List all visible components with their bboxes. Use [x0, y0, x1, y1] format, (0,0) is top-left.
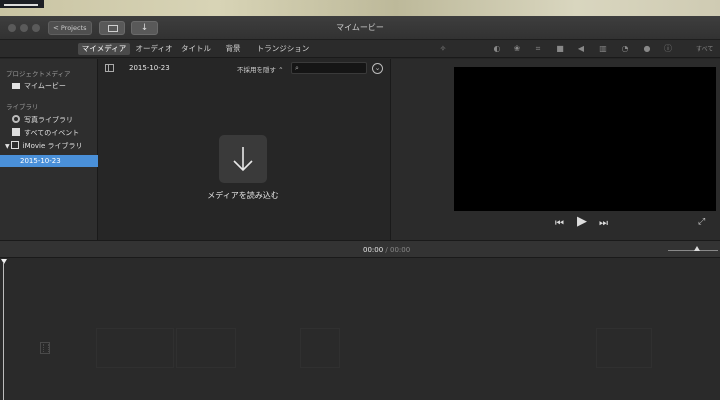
hide-rejected-dropdown[interactable]: 不採用を隠す ⌃: [237, 64, 284, 74]
speed-icon[interactable]: ◔: [620, 44, 630, 54]
skip-forward-icon[interactable]: ⏭: [599, 218, 608, 230]
timeline-header: 00:00 / 00:00: [0, 240, 720, 258]
libraries-sidebar: プロジェクトメディア マイムービー ライブラリ 写真ライブラリ すべてのイベント…: [0, 59, 98, 240]
sidebar-item-imovie-library[interactable]: ▼ iMovie ライブラリ: [0, 140, 98, 152]
download-arrow-icon: ↓: [140, 23, 149, 33]
current-time: 00:00: [363, 246, 384, 254]
reset-all-label[interactable]: すべて: [696, 44, 713, 53]
import-media-label[interactable]: メディアを読み込む: [179, 190, 307, 201]
sidebar-item-my-movie[interactable]: マイムービー: [0, 80, 98, 92]
sidebar-item-label: 2015-10-23: [20, 157, 61, 165]
viewer-panel: ⏮ ▶ ⏭ ⤢: [390, 59, 720, 240]
timecode: 00:00 / 00:00: [363, 246, 410, 254]
thumbnail-line: [4, 4, 38, 6]
library-header: ライブラリ: [6, 103, 39, 111]
sidebar-item-all-events[interactable]: すべてのイベント: [0, 127, 98, 139]
sidebar-toggle-icon[interactable]: [105, 64, 114, 72]
timeline-placeholder: [96, 328, 174, 368]
projects-button[interactable]: < Projects: [48, 21, 92, 35]
window-title: マイムービー: [336, 23, 384, 32]
media-view-button[interactable]: [99, 21, 125, 35]
search-icon: ⌕: [295, 64, 299, 72]
tab-transitions[interactable]: トランジション: [252, 43, 314, 55]
browser-header: 2015-10-23 不採用を隠す ⌃ ⌕ ⌄: [99, 59, 389, 77]
clapboard-icon: [12, 83, 20, 89]
sidebar-item-photos-library[interactable]: 写真ライブラリ: [0, 114, 98, 126]
play-icon[interactable]: ▶: [577, 215, 587, 228]
sidebar-item-label: すべてのイベント: [24, 129, 80, 137]
import-media-button[interactable]: [219, 135, 267, 183]
projects-button-label: Projects: [60, 24, 87, 32]
event-date: 2015-10-23: [129, 64, 170, 72]
zoom-slider-track[interactable]: [668, 250, 718, 251]
import-arrow-icon: [233, 147, 253, 172]
media-browser: 2015-10-23 不採用を隠す ⌃ ⌕ ⌄ メディアを読み込む: [99, 59, 389, 240]
close-window-button[interactable]: [8, 24, 16, 32]
fullscreen-icon[interactable]: ⤢: [698, 217, 705, 227]
content-toolbar: マイメディア オーディオ タイトル 背景 トランジション ✧ ◐ ❀ ⌗ ■ ◀…: [0, 40, 720, 58]
sidebar-item-label: マイムービー: [24, 82, 66, 90]
search-input[interactable]: [304, 63, 366, 73]
filmstrip-icon: [108, 25, 118, 32]
playhead-line[interactable]: [3, 262, 4, 400]
clip-filter-icon[interactable]: ⌄: [372, 63, 383, 74]
zoom-slider-knob[interactable]: [694, 246, 700, 251]
stabilization-icon[interactable]: ■: [555, 44, 565, 54]
photos-icon: [12, 115, 20, 123]
playhead-marker[interactable]: [1, 259, 7, 264]
minimize-window-button[interactable]: [20, 24, 28, 32]
disclosure-triangle-icon[interactable]: ▼: [5, 143, 10, 150]
color-correction-icon[interactable]: ❀: [512, 44, 522, 54]
filmstrip-placeholder-icon: [40, 342, 50, 354]
star-icon: [12, 128, 20, 136]
chevron-left-icon: <: [53, 24, 59, 32]
timeline-placeholder: [176, 328, 236, 368]
info-icon[interactable]: ⓘ: [663, 44, 673, 54]
color-balance-icon[interactable]: ◐: [492, 44, 502, 54]
desktop-background: [0, 0, 720, 16]
desktop-thumbnail: [0, 0, 44, 8]
tab-titles[interactable]: タイトル: [178, 43, 214, 55]
tab-audio[interactable]: オーディオ: [133, 43, 175, 55]
video-viewer[interactable]: [454, 67, 716, 211]
project-media-header: プロジェクトメディア: [6, 70, 71, 78]
sidebar-item-label: iMovie ライブラリ: [22, 142, 83, 150]
tab-backgrounds[interactable]: 背景: [220, 43, 246, 55]
magic-wand-icon[interactable]: ✧: [438, 44, 448, 54]
timeline[interactable]: [0, 258, 720, 400]
crop-icon[interactable]: ⌗: [533, 44, 543, 54]
search-field[interactable]: ⌕: [291, 62, 367, 74]
zoom-window-button[interactable]: [32, 24, 40, 32]
volume-icon[interactable]: ◀: [576, 44, 586, 54]
total-time: 00:00: [390, 246, 411, 254]
timeline-placeholder: [596, 328, 652, 368]
sidebar-item-event[interactable]: 2015-10-23: [0, 155, 98, 167]
title-bar: < Projects ↓ マイムービー: [0, 16, 720, 40]
tab-my-media[interactable]: マイメディア: [78, 43, 130, 55]
noise-reduction-icon[interactable]: ▥: [598, 44, 608, 54]
timeline-placeholder: [300, 328, 340, 368]
filter-icon[interactable]: ●: [642, 44, 652, 54]
sidebar-item-label: 写真ライブラリ: [24, 116, 73, 124]
time-separator: /: [385, 246, 388, 254]
grid-icon: [10, 141, 19, 149]
skip-back-icon[interactable]: ⏮: [555, 218, 564, 230]
import-button[interactable]: ↓: [131, 21, 158, 35]
